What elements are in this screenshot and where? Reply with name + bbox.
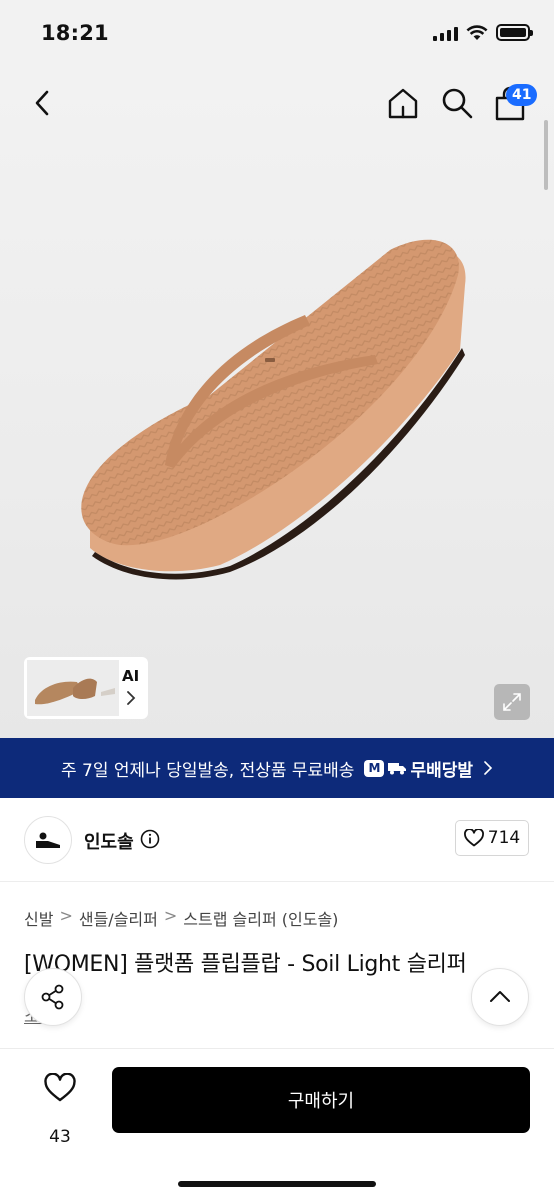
expand-image-button[interactable] [494, 684, 530, 720]
brand-row: 인도솔 714 [0, 798, 554, 882]
wifi-icon [466, 24, 488, 40]
back-arrow-icon[interactable] [28, 88, 58, 118]
chevron-right-icon [484, 761, 493, 775]
product-image-gallery[interactable]: 41 AI [0, 70, 554, 738]
battery-icon [496, 24, 533, 41]
chevron-right-icon [127, 691, 136, 705]
status-time: 18:21 [41, 21, 109, 45]
heart-icon [44, 1072, 76, 1102]
free-delivery-logo: M 무배당발 [364, 756, 473, 781]
breadcrumb-item[interactable]: 스트랩 슬리퍼 (인도솔) [183, 906, 338, 930]
share-icon [41, 984, 64, 1010]
scroll-to-top-button[interactable] [471, 968, 529, 1026]
status-icons [433, 24, 533, 41]
truck-icon [388, 763, 407, 775]
brand-name[interactable]: 인도솔 [84, 828, 134, 854]
brand-like-button[interactable]: 714 [455, 820, 529, 856]
breadcrumb-separator: > [163, 906, 178, 925]
wishlist-button[interactable]: 43 [34, 1071, 86, 1147]
brand-like-count: 714 [487, 828, 521, 848]
ai-label: AI [122, 667, 140, 685]
breadcrumb-item[interactable]: 신발 [24, 906, 53, 930]
scrollbar [544, 120, 548, 190]
promo-text: 주 7일 언제나 당일발송, 전상품 무료배송 [60, 760, 355, 781]
buy-button[interactable]: 구매하기 [112, 1067, 530, 1133]
cellular-signal-icon [433, 25, 458, 41]
promo-service-name: 무배당발 [410, 760, 474, 781]
product-image [81, 239, 466, 580]
share-button[interactable] [24, 968, 82, 1026]
product-title: [WOMEN] 플랫폼 플립플랍 - Soil Light 슬리퍼 [24, 952, 467, 977]
gallery-thumbnail-strip[interactable]: AI [24, 657, 148, 719]
info-icon[interactable] [140, 829, 160, 849]
wishlist-count: 43 [49, 1127, 71, 1147]
home-icon[interactable] [386, 86, 420, 120]
brand-logo[interactable] [24, 816, 72, 864]
breadcrumb: 신발 > 샌들/슬리퍼 > 스트랩 슬리퍼 (인도솔) [24, 906, 338, 930]
bottom-action-bar: 43 구매하기 [0, 1048, 554, 1200]
status-bar: 18:21 [0, 0, 554, 70]
home-indicator [178, 1181, 376, 1187]
brand-logo-icon [36, 832, 60, 848]
search-icon[interactable] [440, 86, 474, 120]
musinsa-m-icon: M [364, 759, 385, 777]
thumbnail-image [27, 660, 119, 716]
heart-icon [463, 829, 484, 847]
chevron-up-icon [490, 991, 510, 1002]
expand-icon [503, 693, 521, 711]
breadcrumb-separator: > [59, 906, 73, 925]
breadcrumb-item[interactable]: 샌들/슬리퍼 [79, 906, 158, 930]
promo-banner[interactable]: 주 7일 언제나 당일발송, 전상품 무료배송 M 무배당발 [0, 738, 554, 798]
cart-count-badge: 41 [506, 84, 538, 106]
